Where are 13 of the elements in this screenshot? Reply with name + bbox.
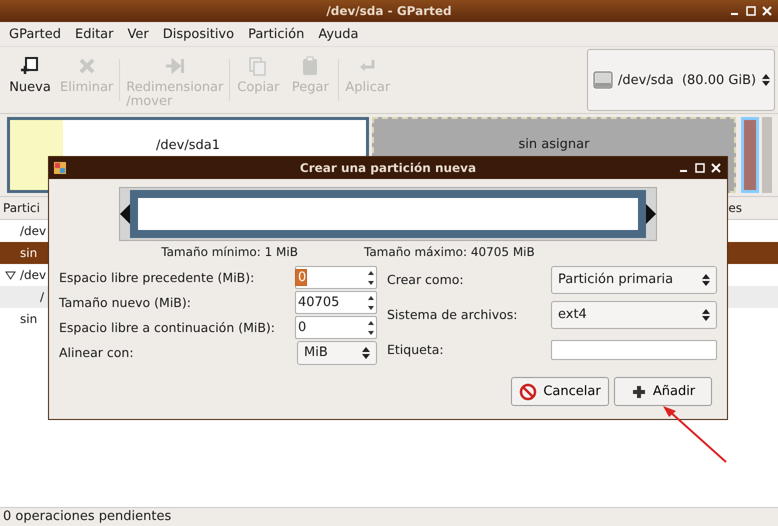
field-label: Alinear con: — [59, 345, 134, 360]
partition-label: /dev/sda1 — [156, 138, 220, 153]
field-label: Etiqueta: — [387, 342, 444, 357]
field-label: Espacio libre precedente (MiB): — [59, 270, 254, 285]
field-label: Sistema de archivos: — [387, 307, 518, 322]
field-label: Tamaño nuevo (MiB): — [59, 295, 191, 310]
minimum-size-label: Tamaño mínimo: 1 MiB — [161, 245, 298, 259]
status-bar: 0 operaciones pendientes — [0, 507, 778, 526]
window-title: /dev/sda - GParted — [326, 4, 452, 18]
field-label: Crear como: — [387, 272, 464, 287]
field-label: Espacio libre a continuación (MiB): — [59, 320, 276, 335]
partition-label: sin asignar — [518, 137, 590, 152]
maximum-size-label: Tamaño máximo: 40705 MiB — [364, 245, 535, 259]
